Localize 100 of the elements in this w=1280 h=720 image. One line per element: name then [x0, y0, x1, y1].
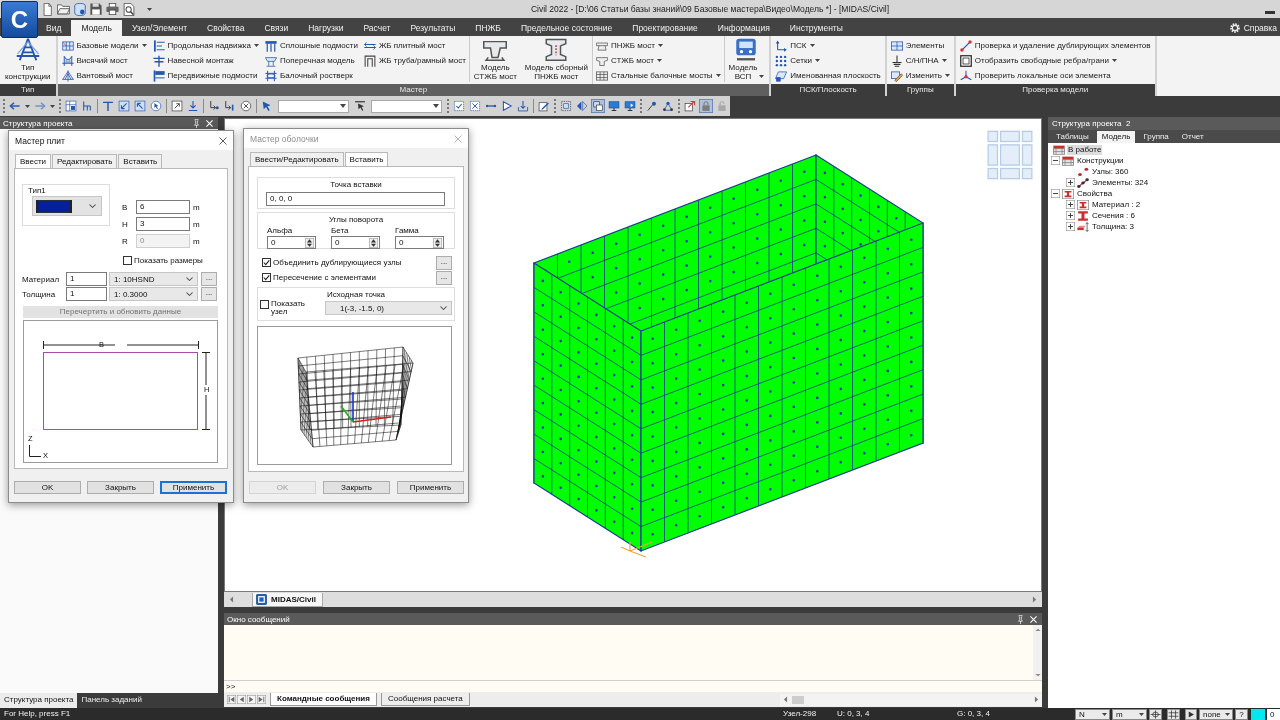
panel-tab[interactable]: Панель заданий [77, 693, 146, 708]
ribbon-button[interactable]: Вантовый мост [61, 68, 147, 83]
spin-arrows-icon[interactable] [369, 237, 378, 248]
ribbon-button[interactable]: С/Н/ПНА [890, 53, 950, 68]
right-triangle-icon[interactable] [1034, 696, 1039, 703]
filter-dropdown[interactable]: none [1199, 708, 1233, 720]
menu-tab[interactable]: Инструменты [779, 20, 853, 36]
app-menu-button[interactable]: C [1, 1, 38, 38]
down-triangle-icon[interactable] [1034, 673, 1041, 677]
tree-item[interactable]: Элементы: 324 [1091, 177, 1150, 188]
spin-arrows-icon[interactable] [305, 237, 314, 248]
ribbon-button[interactable]: ПСК [775, 38, 881, 53]
menu-tab[interactable]: Нагрузки [298, 20, 354, 36]
pin-icon[interactable] [1017, 614, 1024, 624]
ribbon-button[interactable]: СТЖБ мост [595, 53, 721, 68]
angle-spin-field[interactable]: 0 [395, 236, 444, 249]
ribbon-button[interactable]: Поперечная модель [265, 53, 358, 68]
first-page-icon[interactable] [227, 695, 236, 704]
dialog-button[interactable]: OK [14, 481, 81, 494]
play-icon[interactable] [1185, 708, 1197, 720]
tree-item[interactable]: В работе [1067, 144, 1103, 155]
expand-toggle-icon[interactable] [1051, 189, 1060, 198]
ribbon-button[interactable]: ПНЖБ мост [595, 38, 721, 53]
tab[interactable]: Вставить [118, 154, 163, 168]
more-button[interactable]: ... [436, 270, 452, 285]
dropdown-field[interactable] [277, 99, 349, 113]
type-dropdown[interactable] [32, 196, 102, 216]
stacked-windows-icon[interactable] [591, 99, 605, 113]
tree-item[interactable]: Сечения : 6 [1091, 210, 1136, 221]
dialog-button[interactable]: Закрыть [323, 481, 390, 494]
save-icon[interactable] [90, 3, 102, 15]
menu-tab[interactable]: Узел/Элемент [121, 20, 198, 36]
ribbon-button[interactable]: Проверка и удаление дублирующих элементов [959, 38, 1151, 53]
right-triangle-icon[interactable] [247, 695, 256, 704]
dropdown-field[interactable] [370, 99, 443, 113]
ribbon-button[interactable]: Продольная надвижка [152, 38, 259, 53]
triangle-icon[interactable] [500, 99, 515, 113]
tree-item[interactable]: Узлы: 360 [1091, 166, 1130, 177]
printer-icon[interactable] [106, 3, 119, 15]
angle-spin-field[interactable]: 0 [267, 236, 316, 249]
left-triangle-icon[interactable] [229, 596, 234, 603]
left-triangle-icon[interactable] [237, 695, 246, 704]
menu-tab[interactable]: Проектирование [622, 20, 708, 36]
menu-tab[interactable]: Расчет [353, 20, 401, 36]
last-page-icon[interactable] [257, 695, 266, 704]
box-arrow-icon[interactable] [683, 99, 697, 113]
ribbon-button[interactable]: ЖБ труба/рамный мост [363, 53, 466, 68]
grid-icon[interactable] [1167, 708, 1180, 720]
tab[interactable]: Редактировать [52, 154, 118, 168]
dimension-field[interactable]: 6 [136, 200, 190, 214]
checkbox-icon[interactable] [260, 300, 269, 309]
expand-toggle-icon[interactable] [1066, 200, 1075, 209]
ribbon-button[interactable]: Стальные балочные мосты [595, 68, 721, 83]
unit-dropdown[interactable]: m [1112, 708, 1147, 720]
up-triangle-icon[interactable] [1034, 628, 1041, 632]
caret-icon[interactable] [147, 7, 152, 11]
tree-item[interactable]: Свойства [1076, 188, 1114, 199]
ribbon-button[interactable]: Модель ВСП [723, 36, 769, 82]
message-tab[interactable]: Сообщения расчета [380, 693, 470, 706]
dialog-button[interactable]: Применить [397, 481, 464, 494]
ribbon-button[interactable]: Сплошные подмости [265, 38, 358, 53]
tee-icon[interactable] [100, 99, 115, 113]
menu-tab[interactable]: Предельное состояние [510, 20, 623, 36]
tab[interactable]: Вставить [344, 152, 389, 166]
expand-toggle-icon[interactable] [1066, 211, 1075, 220]
more-button[interactable]: ... [436, 255, 452, 270]
ribbon-button[interactable]: Изменить [890, 68, 950, 83]
number-field[interactable]: 1 [66, 287, 107, 301]
ribbon-button[interactable]: Элементы [890, 38, 950, 53]
ribbon-button[interactable]: Проверить локальные оси элемента [959, 68, 1151, 83]
checkbox-icon[interactable] [262, 258, 271, 267]
split-triangle-icon[interactable] [575, 99, 589, 113]
tray-arrow-icon[interactable] [516, 99, 531, 113]
checkbox-icon[interactable] [262, 273, 271, 282]
crosshair-icon[interactable] [1149, 708, 1162, 720]
minimize-icon[interactable] [1265, 10, 1275, 14]
panel-tab[interactable]: Отчет [1176, 131, 1209, 143]
ribbon-button[interactable]: Висячий мост [61, 53, 147, 68]
vertical-scrollbar[interactable] [1033, 625, 1042, 680]
horizontal-scrollbar[interactable] [780, 693, 1042, 706]
caret-icon[interactable] [25, 104, 30, 108]
panel-tab[interactable]: Таблицы [1051, 131, 1094, 143]
number-field[interactable]: 1 [66, 272, 107, 286]
cursor-bar-icon[interactable] [352, 99, 367, 113]
ribbon-button[interactable]: Модель СТЖБ мост [468, 36, 521, 82]
open-folder-icon[interactable] [57, 3, 70, 15]
more-button[interactable]: ... [201, 272, 217, 286]
expand-toggle-icon[interactable] [1066, 222, 1075, 231]
dashed-cross-icon[interactable] [468, 99, 483, 113]
help-button[interactable]: ? [1235, 708, 1248, 720]
dialog-button[interactable]: Применить [160, 481, 227, 494]
message-tab[interactable]: Командные сообщения [270, 693, 377, 706]
option-checkbox[interactable]: Пересечение с элементами [262, 273, 377, 282]
dashed-square-icon[interactable] [559, 99, 573, 113]
print-preview-icon[interactable] [123, 2, 135, 16]
ribbon-button[interactable]: ЖБ плитный мост [363, 38, 466, 53]
menu-tab[interactable]: Результаты [400, 20, 466, 36]
dimension-field[interactable]: 3 [136, 217, 190, 231]
node-triangle-icon[interactable] [661, 99, 675, 113]
panel-tab[interactable]: Модель [1096, 131, 1136, 143]
